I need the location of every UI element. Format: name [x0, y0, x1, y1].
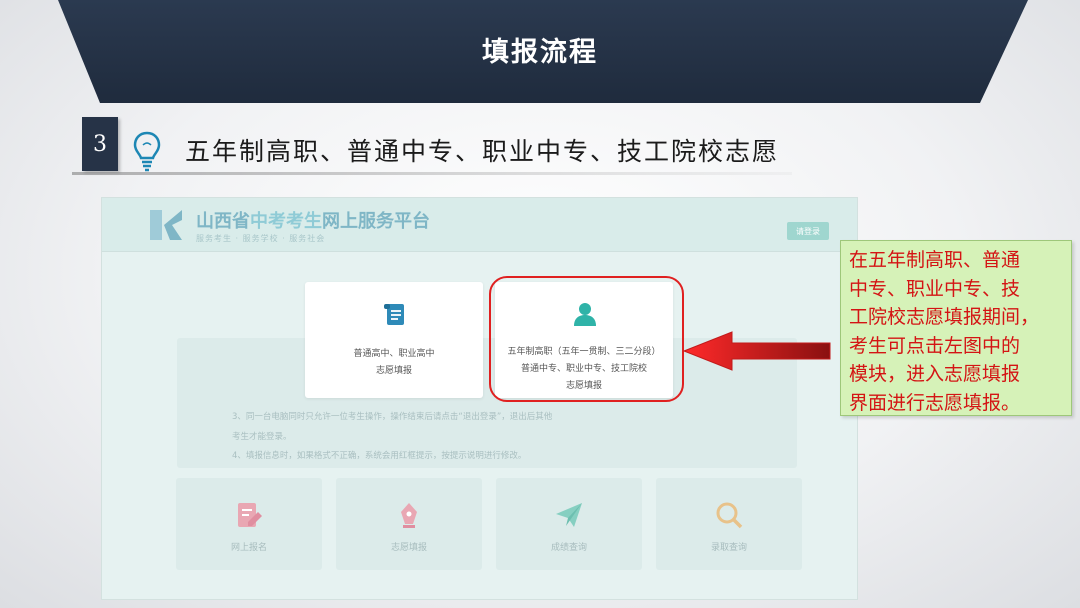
callout-line: 模块，进入志愿填报 — [849, 363, 1021, 385]
paper-plane-icon — [556, 503, 582, 527]
site-subtitle: 服务考生 · 服务学校 · 服务社会 — [196, 234, 326, 243]
notice-line: 考生才能登录。 — [232, 432, 292, 442]
callout-line: 工院校志愿填报期间， — [849, 306, 1040, 328]
service-card-label: 网上报名 — [230, 543, 267, 553]
step-title: 五年制高职、普通中专、职业中专、技工院校志愿 — [185, 137, 780, 166]
step-number-badge: 3 — [82, 117, 118, 171]
module-card-line: 志愿填报 — [375, 366, 412, 376]
callout-line: 中专、职业中专、技 — [849, 277, 1021, 300]
page-title: 填报流程 — [482, 37, 598, 68]
highlight-outline — [489, 276, 684, 402]
site-title: 山西省中考考生网上服务平台 — [196, 207, 430, 233]
pointer-arrow — [682, 331, 831, 371]
service-card-label: 成绩查询 — [550, 543, 587, 553]
service-card-label: 录取查询 — [710, 543, 747, 553]
site-title-part1: 山西省 — [196, 211, 250, 232]
module-card-line: 普通高中、职业高中 — [353, 349, 435, 359]
divider — [72, 172, 792, 175]
header-banner: 填报流程 — [0, 0, 1080, 103]
site-title-part3: 网上服务平台 — [322, 211, 430, 232]
website-screenshot: 山西省中考考生网上服务平台 服务考生 · 服务学校 · 服务社会 请登录 3、同… — [101, 197, 858, 600]
service-card-registration[interactable]: 网上报名 — [176, 478, 322, 570]
notice-line: 3、同一台电脑同时只允许一位考生操作，操作结束后请点击“退出登录”，退出后其他 — [232, 412, 553, 422]
callout-line: 考生可点击左图中的 — [849, 334, 1021, 357]
edit-icon — [238, 503, 262, 527]
service-card-application[interactable]: 志愿填报 — [336, 478, 482, 570]
site-title-part2: 中考考生 — [250, 211, 322, 232]
site-logo-icon — [150, 210, 182, 240]
login-button[interactable]: 请登录 — [787, 222, 829, 240]
callout-line: 界面进行志愿填报。 — [849, 391, 1021, 414]
service-card-score[interactable]: 成绩查询 — [496, 478, 642, 570]
callout-box: 在五年制高职、普通 中专、职业中专、技 工院校志愿填报期间， 考生可点击左图中的… — [840, 240, 1072, 416]
scroll-document-icon — [384, 304, 404, 325]
notice-line: 4、填报信息时，如果格式不正确，系统会用红框提示，按提示说明进行修改。 — [232, 451, 527, 461]
magnifier-icon — [716, 502, 743, 529]
callout-line: 在五年制高职、普通 — [849, 249, 1021, 271]
module-card-general-high-school[interactable]: 普通高中、职业高中 志愿填报 — [305, 282, 483, 398]
lightbulb-icon — [133, 131, 161, 172]
service-card-admission[interactable]: 录取查询 — [656, 478, 802, 570]
pen-icon — [401, 503, 417, 528]
site-header: 山西省中考考生网上服务平台 服务考生 · 服务学校 · 服务社会 请登录 — [102, 198, 857, 252]
service-card-label: 志愿填报 — [390, 543, 427, 553]
